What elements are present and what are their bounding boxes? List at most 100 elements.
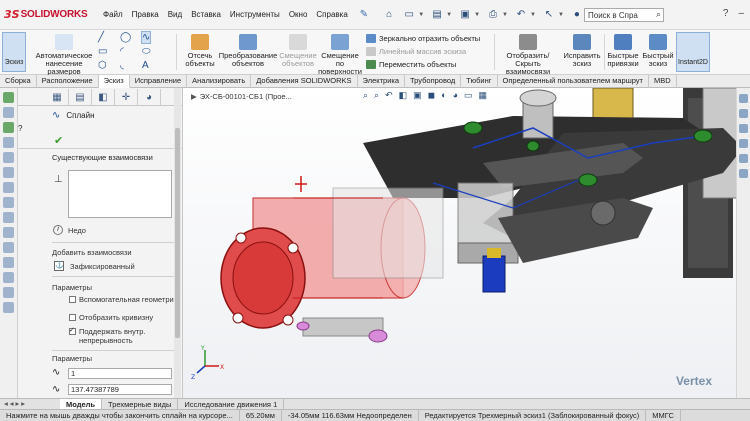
graphics-area[interactable]: Y X Z ▶ ЭХ-СБ-00101-СБ1 (Прое... ⌕ ⌕ ↶ ◧ … <box>183 88 750 398</box>
help-icon[interactable]: ? <box>723 8 729 19</box>
tab-evaluate[interactable]: Анализировать <box>187 75 252 88</box>
maintain-continuity-checkbox[interactable] <box>69 326 76 335</box>
appearances-icon[interactable] <box>739 154 748 163</box>
convert-entities-button[interactable]: Преобразование объектов <box>218 34 278 68</box>
tab-addins[interactable]: Добавления SOLIDWORKS <box>251 75 358 88</box>
zoom-to-fit-icon[interactable]: ⌕ <box>363 90 368 101</box>
view-palette-icon[interactable] <box>739 139 748 148</box>
spline-icon[interactable]: ∿ <box>140 31 152 44</box>
tab-mbd[interactable]: MBD <box>649 75 677 88</box>
configuration-manager-icon[interactable]: ◧ <box>92 89 115 105</box>
help-icon[interactable]: ? <box>18 124 22 133</box>
rebuild-icon[interactable]: ● <box>570 8 584 22</box>
open-folder-icon[interactable]: ▤ <box>430 8 444 22</box>
strip-tool-icon[interactable] <box>3 167 14 178</box>
quick-snaps-button[interactable]: Быстрые привязки <box>606 34 640 68</box>
custom-properties-icon[interactable] <box>739 169 748 178</box>
x-coordinate-field[interactable]: 137.47387789 <box>68 384 172 395</box>
save-icon[interactable]: ▣ <box>458 8 472 22</box>
pin-icon[interactable]: ✎ <box>360 9 368 20</box>
tab-sketch[interactable]: Эскиз <box>98 75 130 88</box>
view-settings-icon[interactable]: ▦ <box>479 90 488 101</box>
solidworks-resources-icon[interactable] <box>739 94 748 103</box>
tab-navigation-arrows[interactable]: ◂◂▸▸ <box>0 399 60 409</box>
strip-tool-icon[interactable] <box>3 122 14 133</box>
polygon-icon[interactable]: ⬡ <box>98 60 107 71</box>
tab-user-route[interactable]: Определенный пользователем маршрут <box>498 75 649 88</box>
hide-show-icon[interactable]: ◐ <box>441 90 446 101</box>
menu-tools[interactable]: Инструменты <box>230 10 280 19</box>
params-header[interactable]: Параметры <box>52 283 92 292</box>
fixed-relation-option[interactable]: Зафиксированный <box>70 262 135 271</box>
rapid-sketch-button[interactable]: Быстрый эскиз <box>642 34 674 68</box>
zoom-area-icon[interactable]: ⌕ <box>374 90 379 101</box>
strip-tool-icon[interactable] <box>3 257 14 268</box>
tab-markup[interactable]: Исправление <box>130 75 188 88</box>
dimxpert-icon[interactable]: ✛ <box>115 89 138 105</box>
solidworks-logo[interactable]: 3S SOLIDWORKS <box>0 8 95 21</box>
menu-help[interactable]: Справка <box>316 10 347 19</box>
file-explorer-icon[interactable] <box>739 124 748 133</box>
mirror-entities-button[interactable]: Зеркально отразить объекты <box>366 34 480 43</box>
select-arrow-icon[interactable]: ↖ <box>542 8 556 22</box>
move-entities-button[interactable]: Переместить объекты <box>366 60 456 69</box>
tab-layout[interactable]: Расположение <box>37 75 99 88</box>
fix-relation-icon[interactable]: ⚓ <box>54 261 64 271</box>
chevron-down-icon[interactable]: ▼ <box>530 12 536 18</box>
ok-button[interactable]: ✔ <box>18 133 182 149</box>
existing-relations-header[interactable]: Существующие взаимосвязи <box>18 149 182 163</box>
offset-entities-button[interactable]: Смещение объектов <box>276 34 320 68</box>
menu-edit[interactable]: Правка <box>132 10 159 19</box>
menu-window[interactable]: Окно <box>289 10 308 19</box>
linear-pattern-button[interactable]: Линейный массив эскиза <box>366 47 466 56</box>
offset-on-surface-button[interactable]: Смещение по поверхности <box>318 34 362 76</box>
new-document-icon[interactable]: ▭ <box>402 8 416 22</box>
strip-tool-icon[interactable] <box>3 92 14 103</box>
home-icon[interactable]: ⌂ <box>382 8 396 22</box>
add-relations-header[interactable]: Добавить взаимосвязи <box>52 248 132 257</box>
rectangle-icon[interactable]: ▭ <box>98 46 107 57</box>
expand-arrow-icon[interactable]: ▶ <box>191 92 197 101</box>
display-style-icon[interactable]: ◼ <box>428 90 435 101</box>
show-curvature-checkbox[interactable] <box>69 314 76 321</box>
print-icon[interactable]: ⎙ <box>486 8 500 22</box>
chevron-down-icon[interactable]: ▼ <box>446 12 452 18</box>
slot-icon[interactable]: ⬭ <box>142 46 151 57</box>
assembly-model-view[interactable]: Y X Z <box>183 88 750 398</box>
strip-tool-icon[interactable] <box>3 272 14 283</box>
edit-appearance-icon[interactable]: ◕ <box>453 90 458 101</box>
strip-tool-icon[interactable] <box>3 302 14 313</box>
undo-icon[interactable]: ↶ <box>514 8 528 22</box>
strip-tool-icon[interactable] <box>3 197 14 208</box>
strip-tool-icon[interactable] <box>3 107 14 118</box>
search-input[interactable]: Поиск в Спра ⌕ <box>584 8 664 22</box>
chevron-down-icon[interactable]: ▼ <box>558 12 564 18</box>
tab-tubing[interactable]: Тюбинг <box>461 75 498 88</box>
spline-point-number-field[interactable]: 1 <box>68 368 172 379</box>
params-header-2[interactable]: Параметры <box>52 354 92 363</box>
tab-3d-views[interactable]: Трехмерные виды <box>102 399 179 409</box>
search-icon[interactable]: ⌕ <box>656 9 661 20</box>
tab-piping[interactable]: Трубопровод <box>405 75 462 88</box>
auto-dimension-button[interactable]: Автоматическое нанесение размеров <box>30 34 98 76</box>
chevron-down-icon[interactable]: ▼ <box>502 12 508 18</box>
existing-relations-list[interactable] <box>68 170 172 218</box>
trim-entities-button[interactable]: Отсечь объекты <box>180 34 220 68</box>
tab-model[interactable]: Модель <box>60 399 103 409</box>
menu-view[interactable]: Вид <box>168 10 182 19</box>
repair-sketch-button[interactable]: Исправить эскиз <box>562 34 602 68</box>
display-manager-icon[interactable]: ◕ <box>138 89 161 105</box>
feature-manager-icon[interactable]: ▦ <box>46 89 69 105</box>
strip-tool-icon[interactable] <box>3 212 14 223</box>
tab-motion-study[interactable]: Исследование движения 1 <box>178 399 285 409</box>
status-units[interactable]: ММГС <box>646 409 681 421</box>
menu-insert[interactable]: Вставка <box>191 10 221 19</box>
strip-tool-icon[interactable] <box>3 182 14 193</box>
pm-scrollbar[interactable] <box>174 88 181 398</box>
circle-icon[interactable]: ◯ <box>120 32 131 43</box>
display-delete-relations-button[interactable]: Отобразить/Скрыть взаимосвязи <box>496 34 560 76</box>
point-icon[interactable]: A <box>142 60 149 71</box>
tab-assembly[interactable]: Сборка <box>0 75 37 88</box>
scene-icon[interactable]: ▭ <box>464 90 473 101</box>
sketch-button[interactable]: Эскиз <box>2 32 26 72</box>
